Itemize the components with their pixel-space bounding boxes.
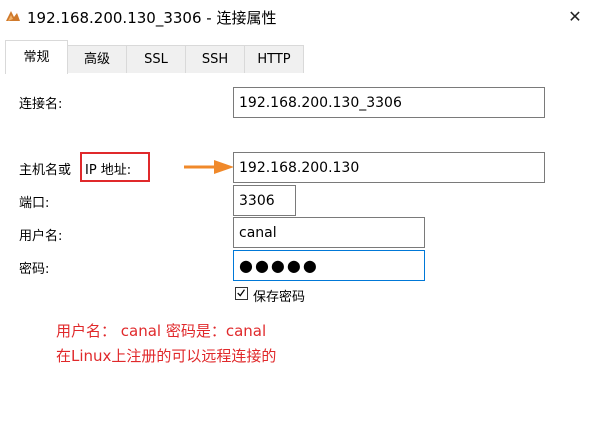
save-password-label[interactable]: 保存密码	[253, 286, 305, 305]
highlight-box	[80, 152, 150, 182]
port-label: 端口:	[19, 196, 50, 211]
password-label: 密码:	[19, 262, 50, 277]
password-masked-value: ●●●●●	[239, 256, 319, 275]
tab-ssh[interactable]: SSH	[185, 45, 245, 73]
tab-http[interactable]: HTTP	[244, 45, 304, 73]
save-password-checkbox[interactable]	[235, 287, 248, 300]
username-value: canal	[239, 224, 277, 241]
tab-ssl[interactable]: SSL	[126, 45, 186, 73]
tab-general[interactable]: 常规	[5, 40, 68, 75]
annotation-line-2: 在Linux上注册的可以远程连接的	[56, 347, 277, 365]
tab-strip: 常规 高级 SSL SSH HTTP	[0, 40, 598, 75]
host-value: 192.168.200.130	[239, 159, 360, 176]
pointer-arrow-icon	[184, 160, 234, 174]
host-label-prefix: 主机名或	[19, 163, 72, 178]
username-label: 用户名:	[19, 229, 63, 244]
port-input[interactable]: 3306	[233, 185, 296, 216]
annotation-line-1: 用户名： canal 密码是：canal	[56, 322, 267, 340]
navicat-app-icon	[6, 11, 20, 21]
close-button[interactable]: ✕	[552, 0, 598, 33]
password-input[interactable]: ●●●●●	[233, 250, 425, 281]
close-icon: ✕	[568, 7, 582, 26]
host-input[interactable]: 192.168.200.130	[233, 152, 545, 183]
connection-name-input[interactable]: 192.168.200.130_3306	[233, 87, 545, 118]
tab-advanced[interactable]: 高级	[67, 45, 127, 73]
general-panel: 连接名: 192.168.200.130_3306 主机名或 IP 地址: 19…	[0, 74, 598, 433]
username-input[interactable]: canal	[233, 217, 425, 248]
connection-name-label: 连接名:	[19, 97, 63, 112]
port-value: 3306	[239, 192, 275, 209]
window-titlebar: 192.168.200.130_3306 - 连接属性 ✕	[0, 0, 598, 33]
connection-name-value: 192.168.200.130_3306	[239, 94, 402, 111]
checkmark-icon	[237, 289, 245, 297]
window-title: 192.168.200.130_3306 - 连接属性	[27, 9, 277, 27]
